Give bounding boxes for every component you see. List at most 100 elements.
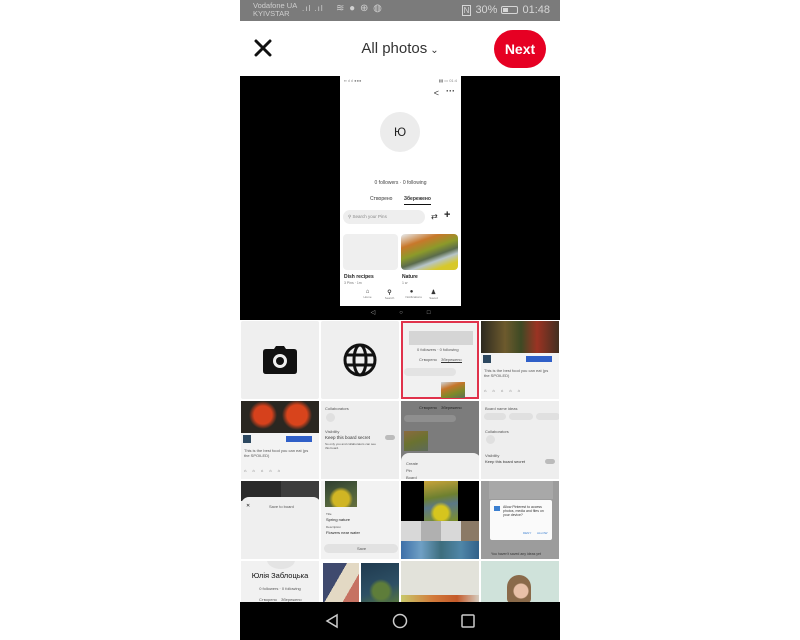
thumb-bg (489, 481, 553, 499)
thumb-photo-fruit[interactable] (400, 560, 480, 602)
thumb-text: Створено (419, 357, 437, 362)
thumb-screenshot-pin-details[interactable]: Title Spring nature Description Flowers … (320, 480, 400, 560)
thumb-photo-paint-roller[interactable] (320, 560, 400, 602)
browse-web-tile[interactable] (320, 320, 400, 400)
plus-icon: + (444, 209, 451, 221)
thumb-screenshot-gallery[interactable] (400, 480, 480, 560)
tab-saved: Збережено (403, 196, 431, 205)
thumb-text: Board name ideas (485, 406, 518, 411)
thumb-chip (509, 413, 533, 420)
thumb-text: 0 followers · 0 following (259, 586, 301, 591)
thumb-text: DENY (523, 531, 532, 535)
thumb-text: Collaborators (325, 406, 349, 411)
thumb-text: Collaborators (485, 429, 509, 434)
next-button[interactable]: Next (494, 30, 546, 68)
thumb-text: Save (357, 546, 367, 551)
thumb-screenshot-board-edit[interactable]: Board name ideas Collaborators Visibilit… (480, 400, 560, 480)
share-icon: < (433, 88, 439, 98)
thumb-toggle (545, 459, 555, 464)
home-icon (392, 613, 408, 629)
thumb-screenshot-save-to-board[interactable]: ✕ Save to board (240, 480, 320, 560)
thumb-text: Keep this board secret (485, 459, 526, 464)
followers-text: 0 followers · 0 following (374, 180, 427, 186)
thumb-text: So only you and collaborators can see th… (325, 442, 376, 450)
battery-percent: 30% (475, 4, 498, 16)
search-placeholder: Search your Pins (352, 214, 387, 219)
thumb-avatar (267, 561, 295, 569)
phone-screen: Vodafone UA KYIVSTAR .ıl .ıl ≋ ● ⊕ ◍ N 3… (240, 0, 560, 640)
thumb-text: Flowers near water (326, 530, 361, 535)
thumb-image (424, 481, 458, 521)
back-icon (325, 613, 338, 629)
viber-icon: ◍ (373, 3, 383, 14)
more-icon: ··· (446, 86, 455, 96)
clock: 01:48 (522, 4, 550, 16)
thumb-text: Description (326, 525, 342, 529)
tab-created: Створено (370, 196, 393, 202)
back-button[interactable] (298, 613, 366, 629)
thumb-text: This is the best food you can eat (ps th… (244, 448, 309, 458)
wifi-icon: ≋ (336, 3, 346, 14)
home-button[interactable] (366, 613, 434, 629)
pinterest-icon: ⊕ (360, 3, 370, 14)
globe-icon (343, 343, 377, 377)
thumb-text: Юлія Заблоцька (251, 571, 309, 580)
thumb-image (323, 563, 359, 602)
board-cover-nature (401, 234, 458, 270)
chevron-down-icon: ⌄ (430, 45, 439, 56)
battery-icon (501, 6, 519, 14)
thumb-text: Keep this board secret (325, 435, 371, 440)
board-name: Dish recipes (344, 274, 374, 280)
camera-icon (263, 346, 297, 374)
camera-tile[interactable] (240, 320, 320, 400)
thumb-text: Allow Pinterest to access photos, media … (503, 505, 544, 517)
thumb-text: Створено (419, 405, 437, 410)
thumb-circle (326, 413, 335, 422)
carrier-2: KYIVSTAR (253, 9, 290, 18)
thumb-text: Збережено (441, 357, 462, 363)
preview-screenshot: ▪▪ ıl ıl ●●● ▮▮ ▭ 01:4 < ··· Ю 0 follower… (340, 76, 461, 306)
thumb-close-icon: ✕ (246, 503, 251, 509)
status-bar: Vodafone UA KYIVSTAR .ıl .ıl ≋ ● ⊕ ◍ N 3… (240, 0, 560, 21)
thumb-chip (484, 413, 506, 420)
thumb-screenshot-board-settings[interactable]: Collaborators Visibility Keep this board… (320, 400, 400, 480)
thumb-strip (401, 521, 479, 541)
thumb-text: Збережено (441, 405, 462, 410)
thumb-video (481, 321, 559, 353)
thumb-screenshot-profile-name[interactable]: Юлія Заблоцька 0 followers · 0 following… (240, 560, 320, 602)
thumb-text: 0 followers · 0 following (417, 347, 459, 352)
thumb-nature (441, 382, 465, 398)
search-input: ⚲ Search your Pins (343, 210, 425, 224)
nav-notifications: ● Notifications (405, 289, 422, 299)
thumb-circle (486, 435, 495, 444)
preview-status-bar: ▪▪ ıl ıl ●●● ▮▮ ▭ 01:4 (344, 78, 457, 83)
thumb-text: Visibility (325, 429, 340, 434)
thumb-text: Create (406, 461, 419, 466)
thumb-text: Title (326, 512, 332, 516)
thumb-screenshot-create-menu[interactable]: Створено Збережено Create Pin Board (400, 400, 480, 480)
selected-photo-preview: ▪▪ ıl ıl ●●● ▮▮ ▭ 01:4 < ··· Ю 0 follower… (240, 76, 560, 320)
thumb-text: This is the best food you can eat (ps th… (484, 368, 549, 378)
thumb-screenshot-youtube-salad[interactable]: This is the best food you can eat (ps th… (480, 320, 560, 400)
thumb-text: Pin (406, 468, 412, 473)
filter-icon: ⇄ (431, 212, 438, 221)
thumb-screenshot-permission-dialog[interactable]: Allow Pinterest to access photos, media … (480, 480, 560, 560)
thumb-image (325, 481, 357, 507)
recents-button[interactable] (434, 613, 502, 629)
thumb-strip (401, 541, 479, 559)
board-sub: 1 w (402, 281, 408, 285)
nav-search: ⚲ Search (384, 290, 395, 300)
thumb-text: You haven't saved any ideas yet (491, 552, 541, 556)
thumb-text: Spring nature (326, 517, 351, 522)
photo-grid: 0 followers · 0 following Створено Збере… (240, 320, 560, 602)
thumb-text: ALLOW (537, 531, 548, 535)
thumb-photo-child[interactable] (480, 560, 560, 602)
thumb-toggle (385, 435, 395, 440)
thumb-screenshot-profile-selected[interactable]: 0 followers · 0 following Створено Збере… (400, 320, 480, 400)
thumb-screenshot-youtube-tomatoes[interactable]: This is the best food you can eat (ps th… (240, 400, 320, 480)
thumb-actions: ⌂⌂⌂⌂⌂ (244, 468, 287, 473)
thumb-search (404, 415, 456, 422)
nav-saved: ♟ Saved (429, 290, 438, 300)
thumb-learn-more (286, 436, 312, 442)
thumb-video (241, 401, 319, 433)
